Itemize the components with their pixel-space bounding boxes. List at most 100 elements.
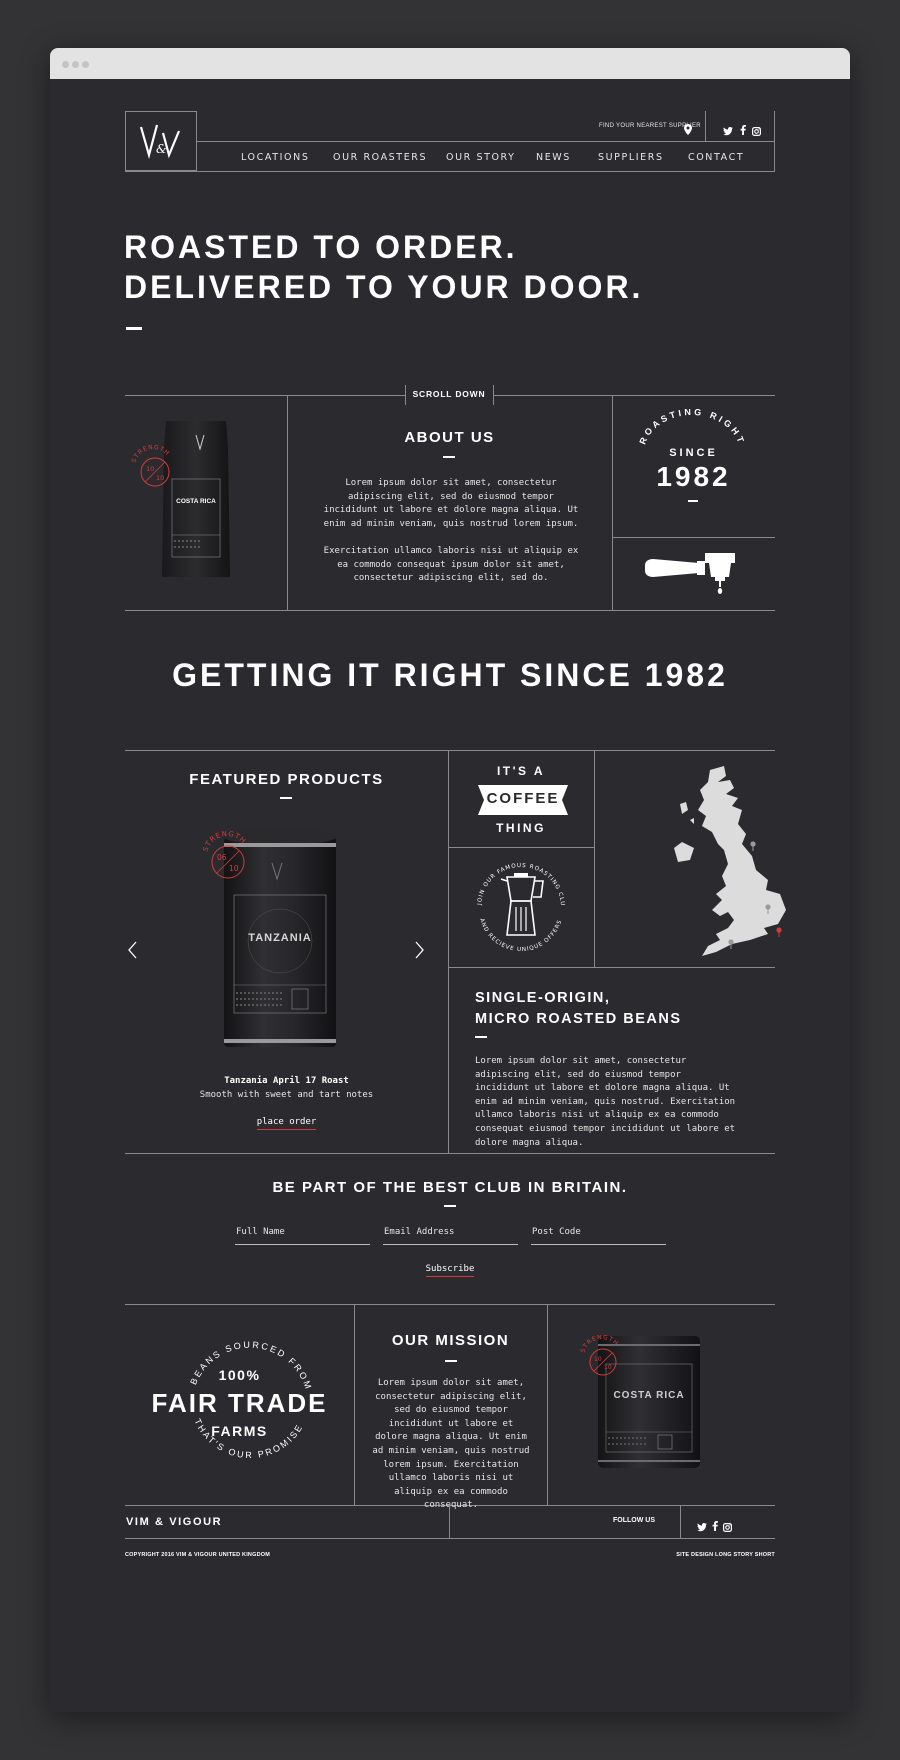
location-pin-icon[interactable]: [684, 120, 692, 139]
bag-label: COSTA RICA: [176, 498, 216, 505]
about-dash: [443, 456, 455, 458]
mission-title: OUR MISSION: [391, 1332, 510, 1349]
instagram-icon[interactable]: [752, 121, 762, 140]
single-origin-dash: [475, 1036, 487, 1038]
its-a-label: IT'S A: [496, 764, 546, 778]
about-paragraph-1: Lorem ipsum dolor sit amet, consectetur …: [323, 478, 579, 529]
single-origin-title-line-1: SINGLE-ORIGIN,: [475, 990, 611, 1006]
strength-badge: STRENGTH 06 10: [202, 830, 252, 885]
strength-max: 10: [156, 474, 164, 482]
featured-title: FEATURED PRODUCTS: [189, 771, 384, 788]
year-label: 1982: [656, 461, 731, 492]
copyright-text: COPYRIGHT 2016 VIM & VIGOUR UNITED KINGD…: [125, 1552, 271, 1558]
nav-news[interactable]: NEWS: [536, 152, 571, 163]
strength-max: 10: [604, 1364, 612, 1371]
map-pin-icon[interactable]: [728, 934, 734, 953]
tin-label: TANZANIA: [248, 932, 312, 944]
svg-text:ROASTING RIGHT: ROASTING RIGHT: [637, 409, 746, 447]
instagram-icon[interactable]: [723, 1517, 733, 1536]
page: & FIND YOUR NEAREST SUPPLIER LOCATIONS O…: [50, 79, 850, 1712]
facebook-icon[interactable]: [712, 1516, 718, 1535]
twitter-icon[interactable]: [723, 121, 733, 140]
map-pin-icon[interactable]: [750, 836, 756, 855]
follow-us-label: FOLLOW US: [613, 1517, 655, 1524]
window-dot[interactable]: [72, 61, 79, 68]
club-badge-top-text: JOIN OUR FAMOUS ROASTING CLUB: [469, 853, 564, 907]
browser-window: & FIND YOUR NEAREST SUPPLIER LOCATIONS O…: [50, 48, 850, 1712]
strength-word: STRENGTH: [131, 444, 170, 464]
nav-our-story[interactable]: OUR STORY: [446, 152, 516, 163]
nav-our-roasters[interactable]: OUR ROASTERS: [333, 152, 427, 163]
strength-word: STRENGTH: [580, 1334, 619, 1354]
mission-body: Lorem ipsum dolor sit amet, consectetur …: [372, 1378, 530, 1511]
subscribe-label[interactable]: Subscribe: [425, 1264, 475, 1277]
svg-text:STRENGTH: STRENGTH: [202, 831, 248, 853]
strength-value: 06: [217, 853, 227, 862]
window-dot[interactable]: [62, 61, 69, 68]
about-title: ABOUT US: [404, 429, 495, 446]
product-description: Smooth with sweet and tart notes: [199, 1090, 374, 1100]
fair-trade-heading: FAIR TRADE: [151, 1388, 328, 1418]
nav-contact[interactable]: CONTACT: [688, 152, 744, 163]
portafilter-icon: [643, 551, 743, 603]
strength-value: 10: [594, 1356, 602, 1363]
strength-max: 10: [229, 864, 239, 873]
thing-label: THING: [496, 821, 546, 835]
uk-map[interactable]: [672, 764, 812, 964]
logo-mark: &: [139, 124, 181, 160]
roasting-club-badge[interactable]: JOIN OUR FAMOUS ROASTING CLUB AND RECIEV…: [469, 853, 571, 961]
mission-dash: [445, 1360, 457, 1362]
about-paragraph-2: Exercitation ullamco laboris nisi ut ali…: [323, 546, 579, 584]
moka-pot-icon: [500, 873, 544, 936]
carousel-next-arrow[interactable]: [414, 941, 424, 963]
logo[interactable]: &: [125, 111, 197, 171]
window-dot[interactable]: [82, 61, 89, 68]
post-code-field[interactable]: Post Code: [531, 1219, 666, 1245]
roasting-arc-text: ROASTING RIGHT: [637, 407, 743, 447]
subscribe-button[interactable]: Subscribe: [50, 1264, 850, 1277]
place-order-link[interactable]: place order: [125, 1117, 448, 1130]
strength-value: 10: [146, 465, 154, 473]
footer-brand[interactable]: VIM & VIGOUR: [126, 1516, 222, 1528]
badge-dash: [688, 500, 698, 502]
facebook-icon[interactable]: [740, 120, 746, 139]
full-name-placeholder: Full Name: [236, 1227, 285, 1237]
hero-dash: [126, 327, 142, 330]
hero-line-2: DELIVERED TO YOUR DOOR.: [124, 269, 644, 305]
svg-text:&: &: [156, 142, 167, 156]
twitter-icon[interactable]: [697, 1517, 707, 1536]
svg-text:BEANS SOURCED FROM: BEANS SOURCED FROM: [188, 1340, 314, 1392]
club-dash: [444, 1205, 456, 1207]
strength-word: STRENGTH: [202, 830, 247, 853]
email-field[interactable]: Email Address: [383, 1219, 518, 1245]
email-placeholder: Email Address: [384, 1227, 455, 1237]
strength-badge: STRENGTH 10 10: [130, 444, 176, 494]
club-title: BE PART OF THE BEST CLUB IN BRITAIN.: [272, 1179, 628, 1196]
fair-trade-percent: 100%: [218, 1367, 261, 1383]
map-pin-icon-active[interactable]: [776, 922, 782, 941]
map-pin-icon[interactable]: [765, 899, 771, 918]
site-credit-link[interactable]: SITE DESIGN LONG STORY SHORT: [625, 1552, 775, 1558]
svg-text:JOIN OUR FAMOUS ROASTING CLUB: JOIN OUR FAMOUS ROASTING CLUB: [471, 857, 565, 907]
carousel-prev-arrow[interactable]: [128, 941, 138, 963]
since-label: SINCE: [669, 447, 718, 459]
hero-heading: ROASTED TO ORDER. DELIVERED TO YOUR DOOR…: [124, 227, 643, 307]
browser-chrome: [50, 48, 850, 79]
strength-badge: STRENGTH 10 10: [580, 1334, 624, 1383]
fair-trade-top-text: BEANS SOURCED FROM: [188, 1340, 311, 1392]
post-code-placeholder: Post Code: [532, 1227, 581, 1237]
fair-trade-farms: FARMS: [211, 1423, 268, 1439]
single-origin-title-line-2: MICRO ROASTED BEANS: [475, 1011, 682, 1027]
scroll-down-link[interactable]: SCROLL DOWN: [405, 389, 493, 399]
svg-text:STRENGTH: STRENGTH: [131, 444, 171, 464]
full-name-field[interactable]: Full Name: [235, 1219, 370, 1245]
svg-text:STRENGTH: STRENGTH: [580, 1335, 620, 1354]
coffee-label: COFFEE: [486, 790, 560, 807]
place-order-label[interactable]: place order: [256, 1117, 317, 1130]
nav-suppliers[interactable]: SUPPLIERS: [598, 152, 664, 163]
nav-locations[interactable]: LOCATIONS: [241, 152, 309, 163]
tagline: GETTING IT RIGHT SINCE 1982: [172, 657, 728, 693]
tin2-label: COSTA RICA: [613, 1390, 685, 1401]
single-origin-title: SINGLE-ORIGIN, MICRO ROASTED BEANS: [475, 988, 682, 1030]
product-name: Tanzania April 17 Roast: [224, 1076, 349, 1086]
